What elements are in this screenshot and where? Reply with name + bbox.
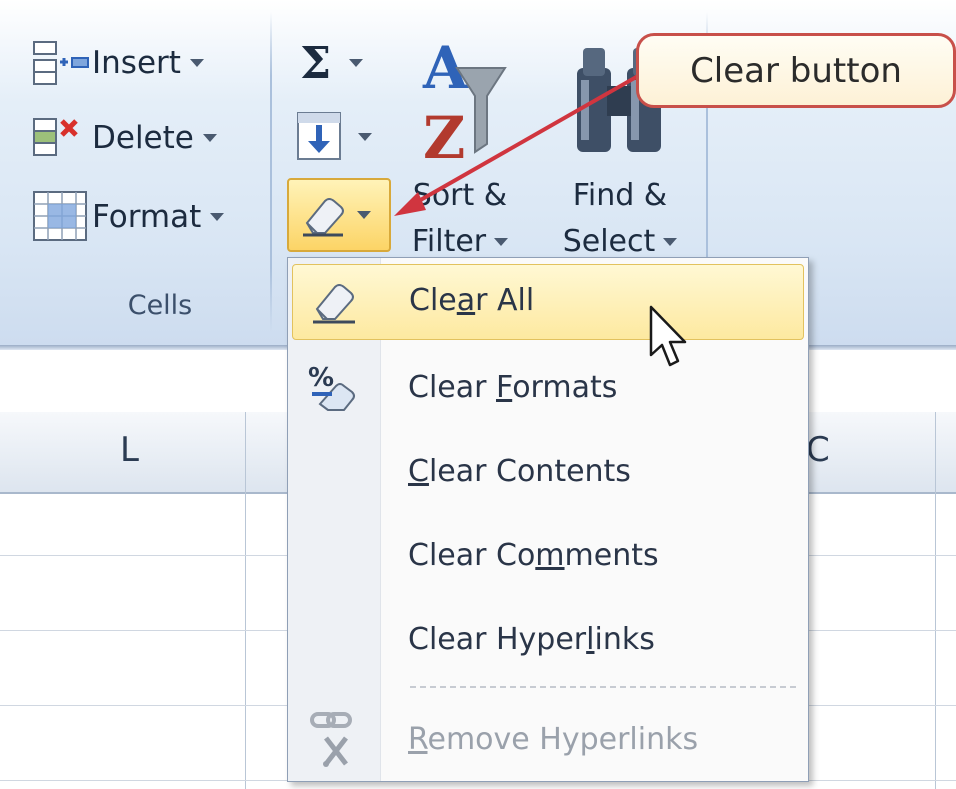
delete-label: Delete bbox=[92, 120, 194, 156]
label-part: emove Hyperlinks bbox=[427, 722, 699, 757]
label-part: Clear Hyper bbox=[408, 622, 587, 657]
chevron-down-icon bbox=[210, 213, 225, 221]
menu-label-clear-formats: Clear Formats bbox=[408, 350, 617, 426]
chevron-down-icon bbox=[189, 59, 204, 67]
insert-cells-icon bbox=[33, 41, 89, 85]
sigma-icon: Σ bbox=[300, 37, 332, 89]
label-part: lear Contents bbox=[428, 454, 631, 489]
label-part: Cle bbox=[409, 283, 457, 318]
chevron-down-icon bbox=[663, 238, 678, 246]
label-part: inks bbox=[594, 622, 655, 657]
label-part: ments bbox=[564, 538, 659, 573]
clear-dropdown-menu: Clear All % Clear Formats Clear Contents… bbox=[287, 257, 809, 782]
menu-item-remove-hyperlinks: Remove Hyperlinks bbox=[292, 702, 804, 778]
menu-item-clear-hyperlinks[interactable]: Clear Hyperlinks bbox=[292, 602, 804, 678]
access-key: a bbox=[456, 283, 476, 318]
delete-cells-icon bbox=[33, 118, 78, 156]
chevron-down-icon bbox=[494, 238, 509, 246]
format-button[interactable]: Format bbox=[32, 190, 225, 244]
menu-label-clear-comments: Clear Comments bbox=[408, 518, 659, 594]
fill-button[interactable] bbox=[296, 108, 386, 166]
insert-label: Insert bbox=[92, 45, 181, 81]
autosum-button[interactable]: Σ bbox=[300, 37, 390, 89]
menu-label-clear-hyperlinks: Clear Hyperlinks bbox=[408, 602, 655, 678]
delete-button[interactable]: Delete bbox=[32, 115, 217, 161]
group-divider bbox=[270, 12, 272, 332]
chevron-down-icon bbox=[358, 133, 372, 141]
access-key: C bbox=[408, 454, 429, 489]
remove-link-icon bbox=[310, 712, 352, 767]
format-cells-icon bbox=[33, 191, 87, 241]
label-part: Clear bbox=[408, 370, 496, 405]
column-header-l[interactable]: L bbox=[120, 430, 139, 470]
menu-label-clear-contents: Clear Contents bbox=[408, 434, 631, 510]
chevron-down-icon bbox=[357, 211, 371, 219]
menu-item-clear-formats[interactable]: % Clear Formats bbox=[292, 350, 804, 426]
label-part: ormats bbox=[512, 370, 618, 405]
format-label: Format bbox=[92, 199, 202, 235]
mouse-pointer-icon bbox=[649, 305, 687, 367]
menu-item-clear-all[interactable]: Clear All bbox=[292, 264, 804, 340]
access-key: F bbox=[496, 370, 513, 405]
access-key: R bbox=[408, 722, 428, 757]
menu-item-clear-comments[interactable]: Clear Comments bbox=[292, 518, 804, 594]
fill-down-icon bbox=[297, 112, 341, 160]
chevron-down-icon bbox=[349, 59, 364, 67]
eraser-icon bbox=[303, 198, 344, 237]
column-header-partial[interactable]: C bbox=[806, 430, 830, 470]
svg-text:%: % bbox=[308, 363, 334, 393]
callout-arrow bbox=[394, 66, 653, 216]
cells-group-label: Cells bbox=[127, 290, 193, 321]
clear-button[interactable] bbox=[287, 178, 391, 252]
menu-item-clear-contents[interactable]: Clear Contents bbox=[292, 434, 804, 510]
percent-eraser-icon: % bbox=[308, 363, 355, 411]
menu-label-clear-all: Clear All bbox=[409, 263, 534, 339]
chevron-down-icon bbox=[202, 134, 217, 142]
label-part: Clear Co bbox=[408, 538, 536, 573]
callout-label: Clear button bbox=[636, 33, 956, 108]
eraser-icon bbox=[313, 284, 355, 324]
insert-button[interactable]: Insert bbox=[32, 40, 204, 86]
menu-label-remove-hyperlinks: Remove Hyperlinks bbox=[408, 702, 698, 778]
access-key: m bbox=[535, 538, 565, 573]
label-part: r All bbox=[475, 283, 535, 318]
menu-separator bbox=[410, 686, 796, 688]
